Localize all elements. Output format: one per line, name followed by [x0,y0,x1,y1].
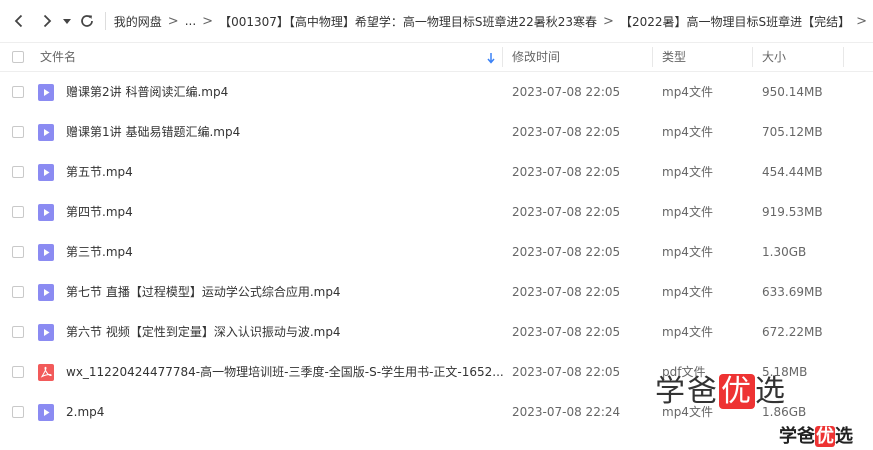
watermark-logo-small: 学爸优选 [779,422,853,448]
file-name[interactable]: 第五节.mp4 [66,152,133,192]
file-type: mp4文件 [662,85,713,99]
back-button[interactable] [8,9,31,33]
breadcrumb-chevron-icon: > [603,13,614,29]
file-modified: 2023-07-08 22:05 [512,125,621,139]
table-row[interactable]: 赠课第2讲 科普阅读汇编.mp4 2023-07-08 22:05 mp4文件 … [0,72,873,112]
file-modified: 2023-07-08 22:24 [512,405,621,419]
column-header-size[interactable]: 大小 [762,43,786,71]
watermark-text: 选 [835,426,853,447]
file-size: 454.44MB [762,165,823,179]
file-name[interactable]: 赠课第2讲 科普阅读汇编.mp4 [66,72,228,112]
table-row[interactable]: 第六节 视频【定性到定量】深入认识振动与波.mp4 2023-07-08 22:… [0,312,873,352]
watermark-highlight: 优 [719,374,755,409]
watermark-text: 选 [755,374,787,409]
row-checkbox[interactable] [12,86,24,98]
file-type: mp4文件 [662,165,713,179]
watermark-text: 学爸 [655,374,719,409]
column-header-modified[interactable]: 修改时间 [512,43,560,71]
file-table-header: 文件名 修改时间 类型 大小 [0,42,873,72]
file-size: 1.30GB [762,245,807,259]
file-type: mp4文件 [662,125,713,139]
file-size: 919.53MB [762,205,823,219]
history-dropdown-button[interactable] [58,9,75,33]
column-divider[interactable] [843,47,844,67]
file-modified: 2023-07-08 22:05 [512,285,621,299]
watermark-logo-large: 学爸优选 [655,366,787,410]
watermark-highlight: 优 [815,426,835,447]
file-modified: 2023-07-08 22:05 [512,85,621,99]
file-size: 950.14MB [762,85,823,99]
chevron-right-icon [43,14,51,28]
video-file-icon [38,204,54,221]
file-name[interactable]: 赠课第1讲 基础易错题汇编.mp4 [66,112,240,152]
file-type: mp4文件 [662,325,713,339]
video-file-icon [38,124,54,141]
row-checkbox[interactable] [12,206,24,218]
file-name[interactable]: 2.mp4 [66,392,104,432]
file-modified: 2023-07-08 22:05 [512,325,621,339]
file-modified: 2023-07-08 22:05 [512,245,621,259]
watermark-text: 学爸 [779,426,815,447]
column-header-type[interactable]: 类型 [662,43,686,71]
breadcrumb-item-current[interactable]: 【2022暑】高一物理目标S班章进【完结】 [620,13,850,30]
video-file-icon [38,244,54,261]
forward-button[interactable] [35,9,58,33]
breadcrumb-chevron-icon: > [167,13,179,29]
file-modified: 2023-07-08 22:05 [512,205,621,219]
file-name[interactable]: 第三节.mp4 [66,232,133,272]
chevron-left-icon [15,14,23,28]
file-size: 633.69MB [762,285,823,299]
file-name[interactable]: 第六节 视频【定性到定量】深入认识振动与波.mp4 [66,312,341,352]
refresh-icon [81,15,94,27]
file-type: mp4文件 [662,245,713,259]
breadcrumb-more-chevron-icon[interactable]: > [856,14,867,29]
file-name[interactable]: 第四节.mp4 [66,192,133,232]
row-checkbox[interactable] [12,246,24,258]
file-modified: 2023-07-08 22:05 [512,365,621,379]
row-checkbox[interactable] [12,326,24,338]
breadcrumb-item-root[interactable]: 我的网盘 [114,13,162,30]
breadcrumb-item-ellipsis[interactable]: ... [185,14,196,28]
row-checkbox[interactable] [12,406,24,418]
video-file-icon [38,404,54,421]
file-type: mp4文件 [662,285,713,299]
breadcrumb-item-course[interactable]: 【001307】【高中物理】希望学：高一物理目标S班章进22暑秋23寒春 [219,13,597,30]
row-checkbox[interactable] [12,166,24,178]
video-file-icon [38,164,54,181]
sort-arrow-icon[interactable] [486,43,496,71]
breadcrumb: 我的网盘 > ... > 【001307】【高中物理】希望学：高一物理目标S班章… [114,13,873,30]
table-row[interactable]: 第五节.mp4 2023-07-08 22:05 mp4文件 454.44MB [0,152,873,192]
file-modified: 2023-07-08 22:05 [512,165,621,179]
row-checkbox[interactable] [12,126,24,138]
row-checkbox[interactable] [12,366,24,378]
column-divider[interactable] [502,47,503,67]
video-file-icon [38,84,54,101]
top-nav-bar: 我的网盘 > ... > 【001307】【高中物理】希望学：高一物理目标S班章… [0,0,873,42]
pdf-file-icon [38,364,54,381]
select-all-checkbox[interactable] [12,51,24,63]
caret-down-icon [62,19,71,24]
column-divider[interactable] [652,47,653,67]
file-size: 705.12MB [762,125,823,139]
refresh-button[interactable] [76,9,99,33]
column-header-name[interactable]: 文件名 [40,43,76,71]
column-divider[interactable] [752,47,753,67]
file-size: 672.22MB [762,325,823,339]
table-row[interactable]: 第七节 直播【过程模型】运动学公式综合应用.mp4 2023-07-08 22:… [0,272,873,312]
row-checkbox[interactable] [12,286,24,298]
table-row[interactable]: 第四节.mp4 2023-07-08 22:05 mp4文件 919.53MB [0,192,873,232]
file-type: mp4文件 [662,205,713,219]
toolbar-divider [104,12,106,30]
video-file-icon [38,284,54,301]
table-row[interactable]: 赠课第1讲 基础易错题汇编.mp4 2023-07-08 22:05 mp4文件… [0,112,873,152]
breadcrumb-chevron-icon: > [202,13,214,29]
table-row[interactable]: 第三节.mp4 2023-07-08 22:05 mp4文件 1.30GB [0,232,873,272]
video-file-icon [38,324,54,341]
file-name[interactable]: wx_11220424477784-高一物理培训班-三季度-全国版-S-学生用书… [66,352,504,392]
file-name[interactable]: 第七节 直播【过程模型】运动学公式综合应用.mp4 [66,272,341,312]
